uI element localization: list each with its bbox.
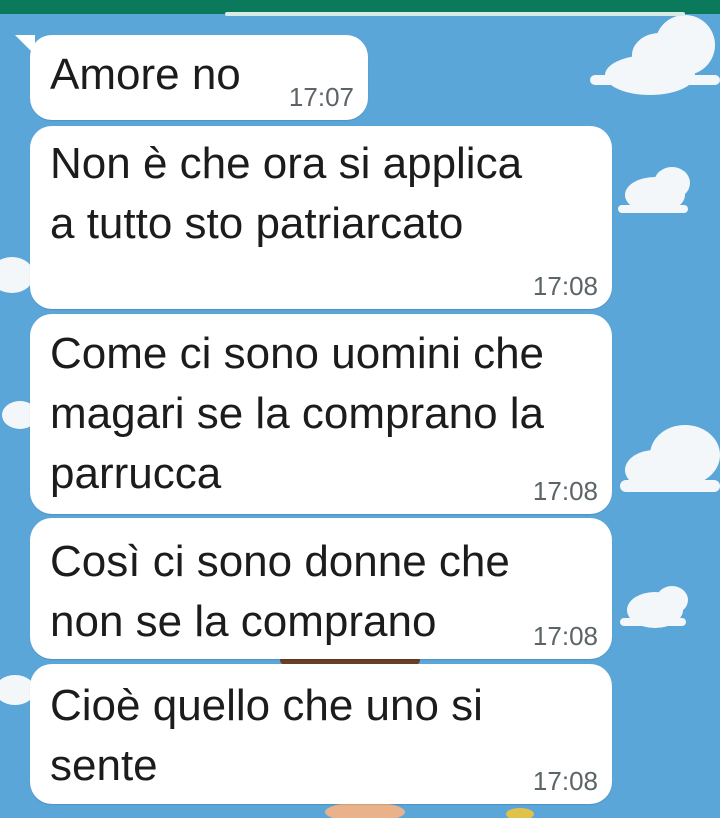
message-time: 17:08: [532, 271, 598, 301]
message-bubble[interactable]: Non è che ora si applica a tutto sto pat…: [30, 126, 612, 309]
cloud: [590, 15, 720, 95]
message-bubble[interactable]: Come ci sono uomini che magari se la com…: [30, 314, 612, 514]
cloud: [620, 586, 688, 628]
message-text: Cioè quello che uno si sente: [50, 681, 483, 790]
cloud: [620, 425, 720, 492]
message-text: Amore no: [50, 50, 241, 99]
message-text: Così ci sono donne che non se la compran…: [50, 537, 510, 646]
message-text: Non è che ora si applica a tutto sto pat…: [50, 139, 523, 248]
message-bubble[interactable]: Amore no 17:07: [30, 35, 368, 120]
message-bubble[interactable]: Cioè quello che uno si sente 17:08: [30, 664, 612, 804]
message-time: 17:08: [532, 621, 598, 651]
cloud: [618, 167, 690, 213]
message-time: 17:08: [532, 766, 598, 796]
message-time: 17:08: [532, 476, 598, 506]
message-time: 17:07: [288, 82, 354, 112]
message-bubble[interactable]: Così ci sono donne che non se la compran…: [30, 518, 612, 659]
message-text: Come ci sono uomini che magari se la com…: [50, 329, 545, 498]
status-bar-highlight: [225, 12, 685, 16]
